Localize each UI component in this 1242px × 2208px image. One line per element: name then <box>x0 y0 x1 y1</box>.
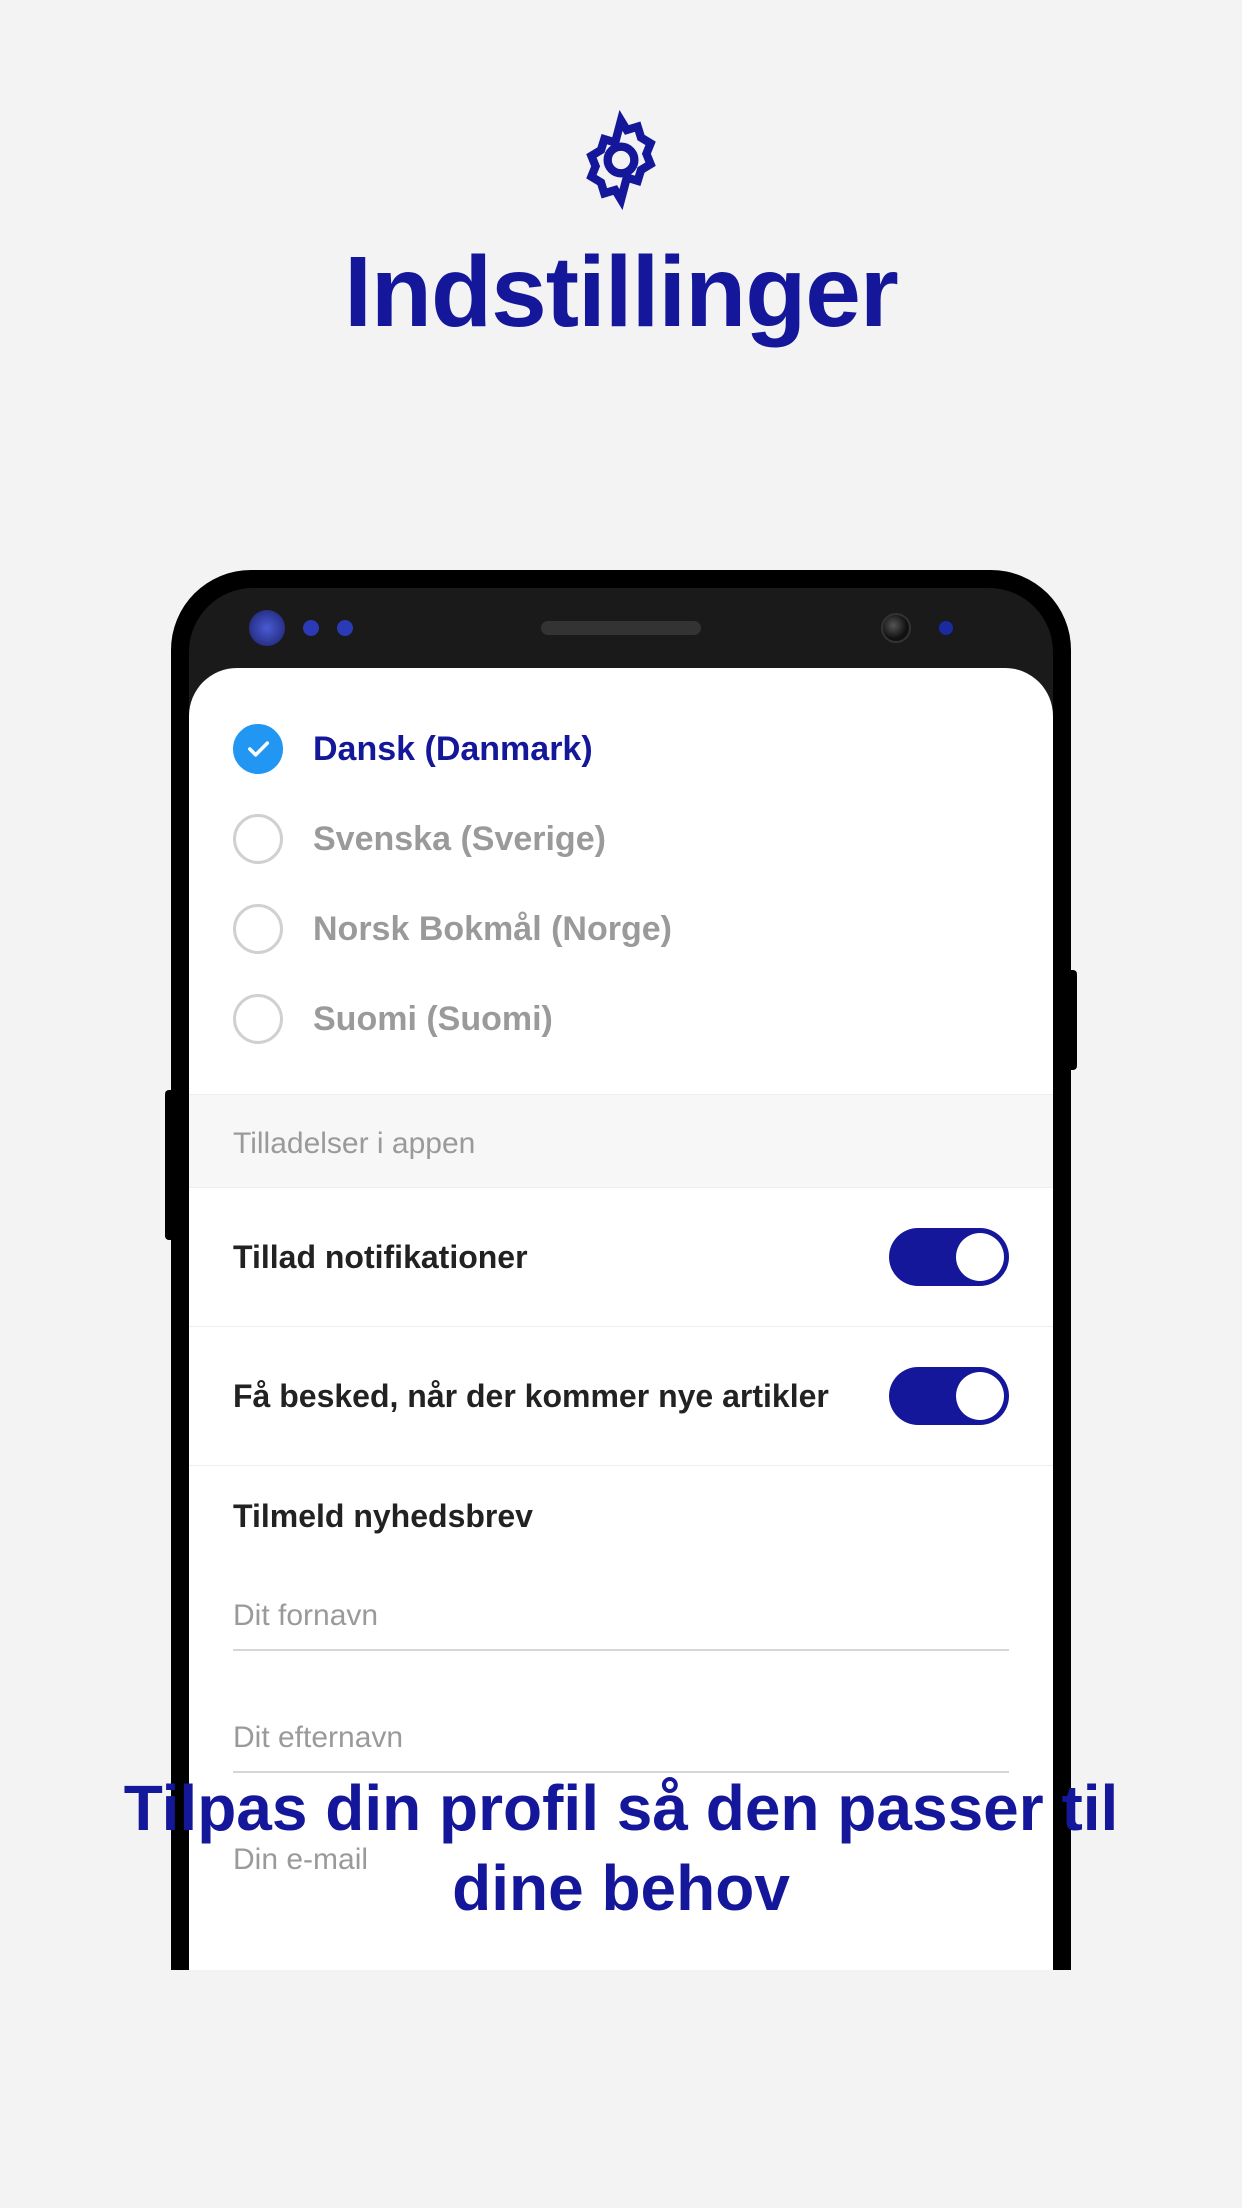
toggle-row-notifications: Tillad notifikationer <box>189 1188 1053 1327</box>
language-label: Svenska (Sverige) <box>313 820 606 859</box>
language-option-suomi[interactable]: Suomi (Suomi) <box>233 974 1009 1064</box>
page-title: Indstillinger <box>0 235 1242 350</box>
radio-selected-icon <box>233 724 283 774</box>
radio-unselected-icon <box>233 904 283 954</box>
newsletter-title: Tilmeld nyhedsbrev <box>233 1498 1009 1535</box>
radio-unselected-icon <box>233 994 283 1044</box>
firstname-field[interactable] <box>233 1583 1009 1651</box>
language-option-svenska[interactable]: Svenska (Sverige) <box>233 794 1009 884</box>
radio-unselected-icon <box>233 814 283 864</box>
language-label: Suomi (Suomi) <box>313 1000 553 1039</box>
gear-icon <box>571 110 671 215</box>
language-label: Norsk Bokmål (Norge) <box>313 910 672 949</box>
toggle-articles[interactable] <box>889 1367 1009 1425</box>
toggle-label: Tillad notifikationer <box>233 1239 528 1276</box>
phone-hardware <box>189 588 1053 668</box>
language-option-norsk[interactable]: Norsk Bokmål (Norge) <box>233 884 1009 974</box>
phone-mockup: Dansk (Danmark) Svenska (Sverige) Norsk … <box>171 570 1071 1970</box>
language-label: Dansk (Danmark) <box>313 730 593 769</box>
toggle-row-articles: Få besked, når der kommer nye artikler <box>189 1327 1053 1466</box>
language-option-dansk[interactable]: Dansk (Danmark) <box>233 704 1009 794</box>
lastname-field[interactable] <box>233 1705 1009 1773</box>
toggle-notifications[interactable] <box>889 1228 1009 1286</box>
footer-tagline: Tilpas din profil så den passer til dine… <box>0 1768 1242 1928</box>
permissions-section-header: Tilladelser i appen <box>189 1094 1053 1188</box>
marketing-header: Indstillinger <box>0 0 1242 350</box>
language-list: Dansk (Danmark) Svenska (Sverige) Norsk … <box>189 668 1053 1094</box>
toggle-label: Få besked, når der kommer nye artikler <box>233 1378 829 1415</box>
